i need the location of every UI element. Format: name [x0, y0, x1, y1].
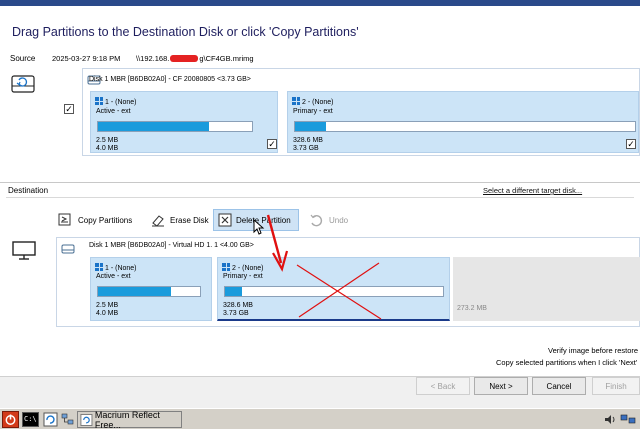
- tray-volume-icon[interactable]: [603, 413, 617, 426]
- destination-section: Destination Select a different target di…: [0, 182, 640, 376]
- erase-disk-button[interactable]: Erase Disk: [146, 209, 213, 231]
- partition-checkbox[interactable]: ✓: [267, 139, 277, 149]
- finish-button[interactable]: Finish: [592, 377, 640, 395]
- next-button[interactable]: Next >: [474, 377, 528, 395]
- source-partition-2[interactable]: 2 - (None) Primary - ext 328.6 MB 3.73 G…: [287, 91, 639, 153]
- reflect-icon[interactable]: [43, 412, 58, 427]
- windows-icon: [95, 97, 103, 105]
- reflect-app-icon: [80, 413, 93, 426]
- partition-type: Primary - ext: [293, 108, 333, 115]
- partition-name: 1 - (None): [95, 97, 137, 106]
- undo-icon: [310, 214, 323, 227]
- partition-usage-fill: [225, 287, 243, 296]
- redaction-scribble: [170, 55, 199, 62]
- source-section: Source 2025-03-27 9:18 PM \\192.168. g\CF…: [0, 44, 640, 182]
- destination-partition-2[interactable]: 2 - (None) Primary - ext 328.6 MB 3.73 G…: [217, 257, 450, 321]
- destination-disk-hdd-icon: [61, 244, 75, 256]
- unallocated-space[interactable]: 273.2 MB: [453, 257, 640, 321]
- windows-icon: [95, 263, 103, 271]
- taskbar: C:\ Macrium Reflect Free...: [0, 408, 640, 429]
- partition-name: 1 - (None): [95, 263, 137, 272]
- source-timestamp: 2025-03-27 9:18 PM: [52, 54, 121, 63]
- partition-used: 328.6 MB: [293, 137, 323, 144]
- source-disk-header: Disk 1 MBR [B6DB02A0] - CF 20080805 <3.7…: [89, 76, 251, 83]
- partition-usage-fill: [295, 122, 326, 131]
- divider: [6, 197, 634, 198]
- destination-label: Destination: [8, 186, 49, 195]
- verify-image-text: Verify image before restore: [548, 346, 639, 355]
- partition-usage-bar: [97, 121, 253, 132]
- terminal-icon[interactable]: C:\: [22, 412, 39, 427]
- unallocated-size: 273.2 MB: [457, 305, 487, 312]
- windows-icon: [222, 263, 230, 271]
- partition-size: 4.0 MB: [96, 145, 119, 152]
- undo-button[interactable]: Undo: [305, 209, 352, 231]
- partition-type: Active - ext: [96, 108, 131, 115]
- red-arrow-annotation: [266, 214, 289, 272]
- source-disk-checkbox[interactable]: ✓: [64, 104, 74, 114]
- partition-usage-bar: [97, 286, 201, 297]
- select-target-disk-link[interactable]: Select a different target disk...: [483, 186, 582, 195]
- tray-network-icon[interactable]: [620, 413, 636, 426]
- copy-partitions-icon: [58, 213, 71, 226]
- eraser-icon: [152, 215, 164, 227]
- red-cross-annotation: [296, 262, 382, 320]
- source-path-suffix: g\CF4GB.mrimg: [199, 54, 254, 63]
- partition-used: 2.5 MB: [96, 137, 119, 144]
- back-button[interactable]: < Back: [416, 377, 470, 395]
- source-path: \\192.168. g\CF4GB.mrimg: [136, 54, 254, 63]
- page-title: Drag Partitions to the Destination Disk …: [12, 25, 359, 39]
- partition-used: 328.6 MB: [223, 302, 253, 309]
- source-partition-1[interactable]: 1 - (None) Active - ext 2.5 MB 4.0 MB ✓: [90, 91, 278, 153]
- copy-partitions-label: Copy Partitions: [78, 215, 133, 225]
- partition-type: Active - ext: [96, 273, 131, 280]
- monitor-icon: [12, 241, 36, 260]
- delete-partition-icon: [218, 213, 232, 227]
- cancel-button[interactable]: Cancel: [532, 377, 586, 395]
- partition-usage-fill: [98, 287, 172, 296]
- destination-disk-panel: Disk 1 MBR [B6DB02A0] - Virtual HD 1. 1 …: [56, 237, 640, 327]
- partition-checkbox[interactable]: ✓: [626, 139, 636, 149]
- partition-usage-bar: [294, 121, 636, 132]
- windows-icon: [292, 97, 300, 105]
- wizard-header: Drag Partitions to the Destination Disk …: [0, 6, 640, 44]
- copy-partitions-button[interactable]: Copy Partitions: [54, 209, 136, 231]
- destination-partition-1[interactable]: 1 - (None) Active - ext 2.5 MB 4.0 MB: [90, 257, 212, 321]
- partition-size: 3.73 GB: [293, 145, 319, 152]
- undo-label: Undo: [329, 215, 349, 225]
- partition-usage-fill: [98, 122, 209, 131]
- source-disk-icon: [10, 72, 36, 98]
- destination-disk-header: Disk 1 MBR [B6DB02A0] - Virtual HD 1. 1 …: [89, 242, 254, 249]
- erase-disk-label: Erase Disk: [170, 215, 209, 225]
- network-icon[interactable]: [60, 412, 75, 427]
- taskbar-app-label: Macrium Reflect Free...: [94, 409, 160, 429]
- partition-name: 2 - (None): [292, 97, 334, 106]
- source-path-prefix: \\192.168.: [136, 54, 170, 63]
- copy-selected-text: Copy selected partitions when I click 'N…: [496, 358, 638, 367]
- source-label: Source: [10, 54, 36, 63]
- partition-name: 2 - (None): [222, 263, 264, 272]
- taskbar-app-button[interactable]: Macrium Reflect Free...: [77, 409, 182, 429]
- start-icon[interactable]: [2, 411, 19, 428]
- source-disk-panel: Disk 1 MBR [B6DB02A0] - CF 20080805 <3.7…: [82, 68, 640, 156]
- partition-type: Primary - ext: [223, 273, 263, 280]
- partition-used: 2.5 MB: [96, 302, 119, 309]
- partition-size: 4.0 MB: [96, 310, 119, 317]
- partition-size: 3.73 GB: [223, 310, 249, 317]
